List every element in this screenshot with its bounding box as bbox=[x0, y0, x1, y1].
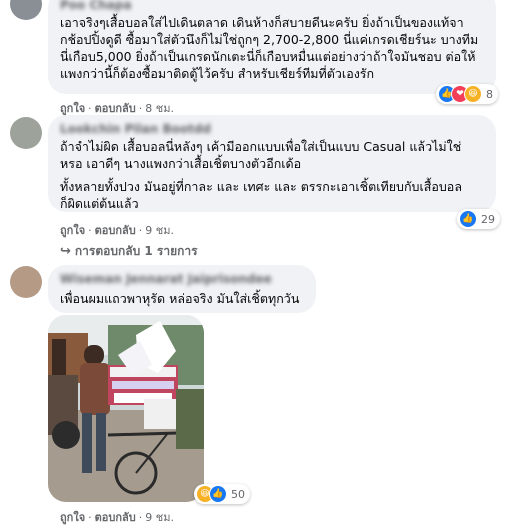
reply-button[interactable]: ตอบกลับ bbox=[95, 224, 136, 237]
avatar[interactable] bbox=[10, 117, 42, 149]
comment-text-line: กช้อปปิ้งดูดี ซื้อมาใส่ตัวนึงก็ไม่ใช่ถูก… bbox=[60, 32, 479, 47]
avatar[interactable] bbox=[10, 0, 42, 20]
comment-author[interactable]: Poo Chapa bbox=[60, 0, 132, 12]
comment-text-line: แพงกว่านี้ก็ต้องซื้อมาติดตู้ไว้ครับ สำหร… bbox=[60, 66, 375, 81]
comment-actions: ถูกใจ · ตอบกลับ · 9 ชม. bbox=[60, 511, 174, 524]
photo-image bbox=[48, 315, 204, 502]
comment-text-line: ทั้งหลายทั้งปวง มันอยู่ที่กาละ และ เทศะ … bbox=[60, 179, 462, 194]
comment-text-line: เพื่อนผมแถวพาหุรัด หล่อจริง มันใส่เชิ้ตท… bbox=[60, 291, 300, 306]
timestamp[interactable]: 9 ชม. bbox=[145, 224, 174, 237]
avatar[interactable] bbox=[10, 266, 42, 298]
reaction-summary[interactable]: 😆 👍 50 bbox=[194, 484, 250, 504]
like-button[interactable]: ถูกใจ bbox=[60, 511, 85, 524]
reaction-count: 29 bbox=[481, 212, 495, 226]
comment-photo[interactable] bbox=[48, 315, 204, 502]
timestamp[interactable]: 8 ชม. bbox=[145, 102, 174, 115]
comment-bubble: Poo Chapa เอาจริงๆเสื้อบอลใส่ไปเดินตลาด … bbox=[48, 0, 496, 94]
like-button[interactable]: ถูกใจ bbox=[60, 224, 85, 237]
comment-author[interactable]: Lookchin Pilan Bootdd bbox=[60, 122, 211, 136]
like-button[interactable]: ถูกใจ bbox=[60, 102, 85, 115]
comment-actions: ถูกใจ · ตอบกลับ · 9 ชม. bbox=[60, 224, 174, 237]
view-replies-link[interactable]: ↪ การตอบกลับ 1 รายการ bbox=[60, 242, 198, 261]
comment-text-line: หรอ เอาดีๆ นางแพงกว่าเสื้อเชิ้ตบางตัวอีก… bbox=[60, 156, 302, 171]
comment-text-line: เอาจริงๆเสื้อบอลใส่ไปเดินตลาด เดินห้างก็… bbox=[60, 15, 464, 30]
view-replies-label: การตอบกลับ 1 รายการ bbox=[74, 244, 198, 258]
reaction-summary[interactable]: 👍 29 bbox=[457, 209, 500, 229]
haha-icon: 😆 bbox=[464, 85, 482, 103]
comment-bubble: Wiseman Jennarat Jaiprisondee เพื่อนผมแถ… bbox=[48, 265, 316, 313]
comment-bubble: Lookchin Pilan Bootdd ถ้าจำไม่ผิด เสื้อบ… bbox=[48, 115, 496, 212]
reaction-count: 8 bbox=[486, 87, 493, 101]
reaction-count: 50 bbox=[231, 487, 245, 501]
comment-author[interactable]: Wiseman Jennarat Jaiprisondee bbox=[60, 272, 272, 286]
like-icon: 👍 bbox=[209, 485, 227, 503]
reply-button[interactable]: ตอบกลับ bbox=[95, 511, 136, 524]
comment-text-line: นี่เกือบ5,000 ยิ่งถ้าเป็นเกรดนักเตะนี่ก็… bbox=[60, 49, 476, 64]
comment-text-line: ก็ผิดแต่ต้นแล้ว bbox=[60, 196, 139, 211]
reply-button[interactable]: ตอบกลับ bbox=[95, 102, 136, 115]
like-icon: 👍 bbox=[459, 210, 477, 228]
reply-arrow-icon: ↪ bbox=[60, 244, 71, 259]
reaction-summary[interactable]: 👍 ❤ 😆 8 bbox=[436, 84, 498, 104]
comment-text-line: ถ้าจำไม่ผิด เสื้อบอลนี่หลังๆ เค้ามีออกแบ… bbox=[60, 139, 462, 154]
timestamp[interactable]: 9 ชม. bbox=[145, 511, 174, 524]
